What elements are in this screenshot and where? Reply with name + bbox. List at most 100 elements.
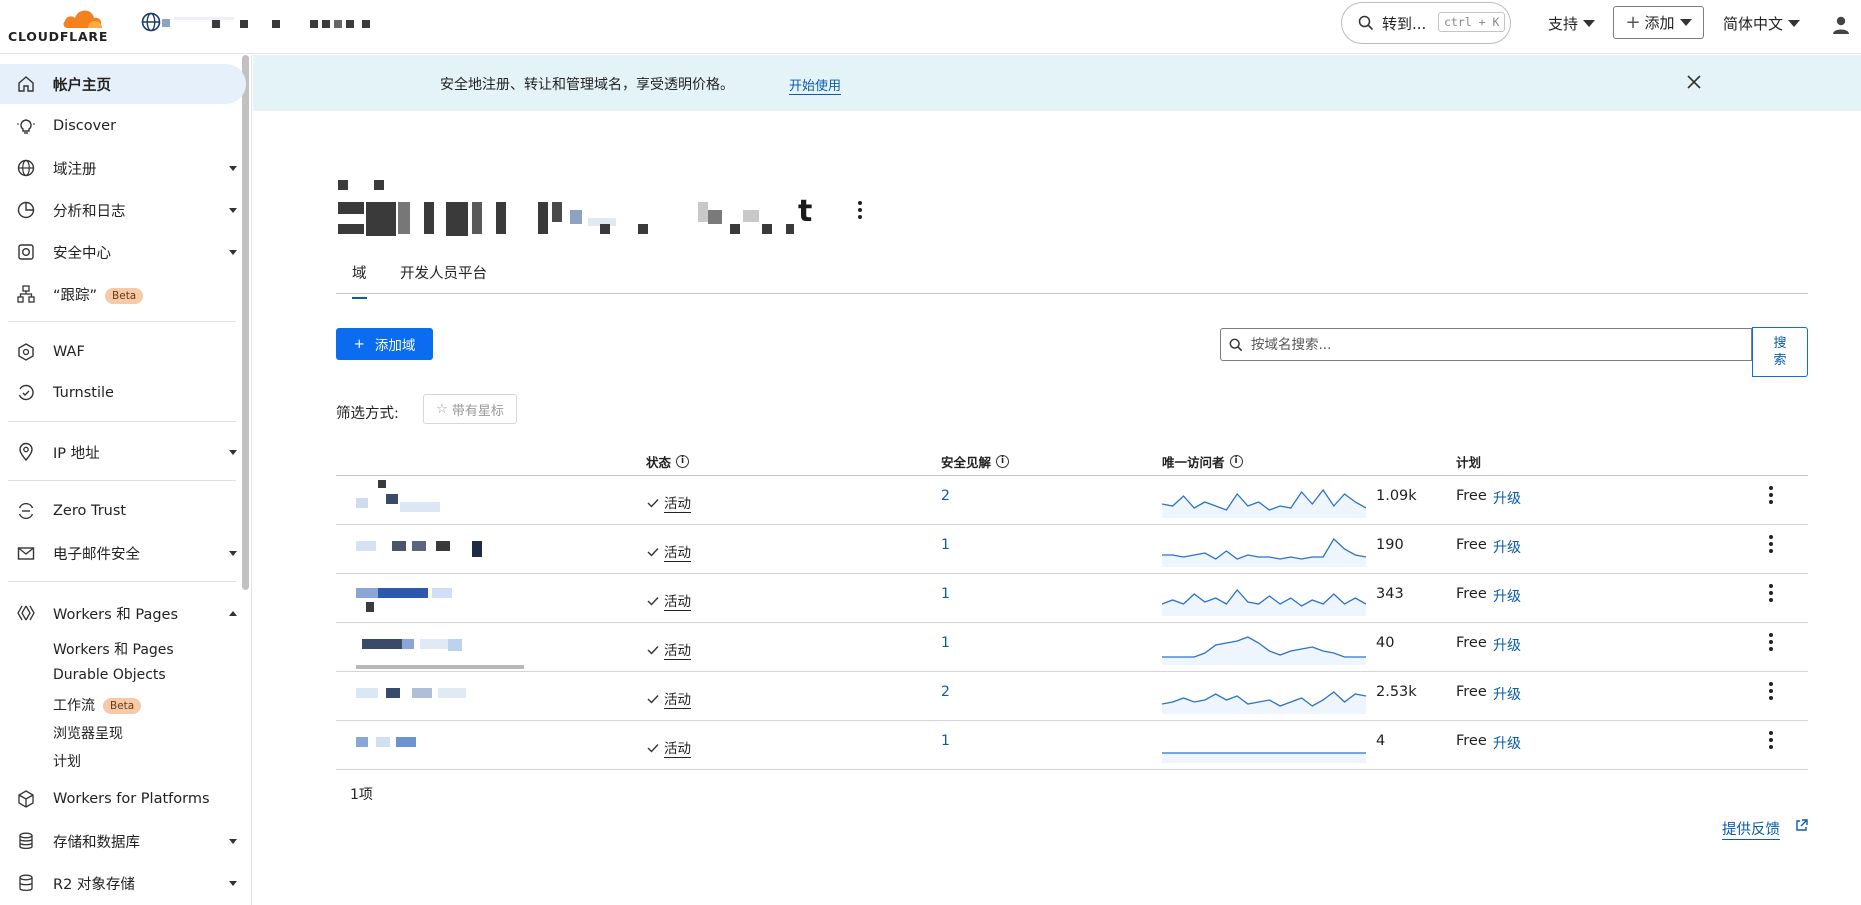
tab-developer-platform[interactable]: 开发人员平台 bbox=[400, 262, 487, 283]
row-actions-kebab-icon[interactable] bbox=[1769, 584, 1773, 605]
sidebar-item-discover[interactable]: Discover bbox=[0, 106, 240, 146]
header-status[interactable]: 状态 i bbox=[646, 452, 690, 471]
promo-banner: 安全地注册、转让和管理域名，享受透明价格。 开始使用 bbox=[253, 55, 1861, 111]
domain-search-field[interactable] bbox=[1220, 328, 1752, 361]
banner-link[interactable]: 开始使用 bbox=[789, 75, 842, 95]
info-icon[interactable]: i bbox=[1229, 455, 1243, 468]
support-label: 支持 bbox=[1548, 15, 1579, 33]
row-actions-kebab-icon[interactable] bbox=[1769, 535, 1773, 556]
sidebar-divider bbox=[8, 321, 236, 322]
plus-icon: + bbox=[1625, 12, 1641, 33]
visitors-sparkline bbox=[1162, 636, 1366, 665]
insights-count[interactable]: 1 bbox=[941, 537, 950, 553]
account-globe-icon bbox=[141, 12, 161, 32]
add-button[interactable]: + 添加 bbox=[1613, 6, 1704, 39]
search-button[interactable]: 搜 索 bbox=[1752, 327, 1808, 377]
feedback-link[interactable]: 提供反馈 bbox=[1722, 818, 1780, 840]
status-label[interactable]: 活动 bbox=[664, 737, 691, 758]
close-icon[interactable] bbox=[1683, 71, 1705, 93]
insights-count[interactable]: 1 bbox=[941, 733, 950, 749]
account-menu-kebab-icon[interactable] bbox=[858, 201, 862, 222]
upgrade-link[interactable]: 升级 bbox=[1493, 537, 1521, 557]
sidebar-divider bbox=[8, 581, 236, 582]
sidebar-subitem-workflows[interactable]: 工作流 Beta bbox=[53, 695, 142, 715]
domain-name-redacted[interactable] bbox=[356, 476, 506, 524]
header-visitors[interactable]: 唯一访问者 i bbox=[1162, 452, 1243, 471]
sidebar-item-analytics[interactable]: 分析和日志 bbox=[0, 190, 240, 230]
sidebar-item-ip-address[interactable]: IP 地址 bbox=[0, 432, 240, 472]
sidebar-scrollbar[interactable] bbox=[242, 55, 249, 590]
cloudflare-logo[interactable]: CLOUDFLARE bbox=[8, 2, 158, 50]
account-name-redacted[interactable] bbox=[162, 17, 402, 31]
domain-name-redacted[interactable] bbox=[356, 721, 506, 769]
sidebar-item-workers-for-platforms[interactable]: Workers for Platforms bbox=[0, 779, 240, 819]
table-row[interactable]: 活动 2 2.53k Free 升级 bbox=[336, 672, 1808, 721]
result-count: 1项 bbox=[350, 787, 373, 803]
status-label[interactable]: 活动 bbox=[664, 541, 691, 562]
table-row[interactable]: 活动 1 40 Free 升级 bbox=[336, 623, 1808, 672]
turnstile-icon bbox=[18, 384, 34, 401]
upgrade-link[interactable]: 升级 bbox=[1493, 488, 1521, 508]
sidebar-subitem-browser-rendering[interactable]: 浏览器呈现 bbox=[53, 723, 123, 743]
sparkline-area bbox=[1162, 692, 1366, 714]
sidebar-item-turnstile[interactable]: Turnstile bbox=[0, 373, 240, 413]
tab-domains[interactable]: 域 bbox=[352, 262, 367, 299]
add-label: 添加 bbox=[1644, 14, 1675, 32]
sidebar-item-waf[interactable]: WAF bbox=[0, 332, 240, 372]
status-cell: 活动 bbox=[646, 492, 691, 513]
table-row[interactable]: 活动 1 4 Free 升级 bbox=[336, 721, 1808, 770]
row-actions-kebab-icon[interactable] bbox=[1769, 633, 1773, 654]
sidebar-item-zero-trust[interactable]: Zero Trust bbox=[0, 491, 240, 531]
visitors-sparkline bbox=[1162, 588, 1367, 616]
header-insights-label: 安全见解 bbox=[941, 455, 992, 470]
header-insights[interactable]: 安全见解 i bbox=[941, 452, 1010, 471]
chevron-down-icon bbox=[229, 166, 237, 171]
table-row[interactable]: 活动 1 190 Free 升级 bbox=[336, 525, 1808, 574]
header-status-label: 状态 bbox=[646, 455, 672, 470]
domain-name-redacted[interactable] bbox=[356, 672, 506, 720]
domain-name-redacted[interactable] bbox=[356, 525, 506, 573]
status-label[interactable]: 活动 bbox=[664, 492, 691, 513]
table-row[interactable]: 活动 2 1.09k Free 升级 bbox=[336, 476, 1808, 525]
upgrade-link[interactable]: 升级 bbox=[1493, 684, 1521, 704]
domain-name-redacted[interactable] bbox=[356, 623, 524, 671]
insights-count[interactable]: 1 bbox=[941, 586, 950, 602]
info-icon[interactable]: i bbox=[676, 455, 690, 468]
sidebar-item-label: 存储和数据库 bbox=[53, 834, 140, 851]
table-row[interactable]: 活动 1 343 Free 升级 bbox=[336, 574, 1808, 623]
status-label[interactable]: 活动 bbox=[664, 688, 691, 709]
starred-filter-chip[interactable]: ☆ 带有星标 bbox=[423, 394, 517, 424]
insights-count[interactable]: 2 bbox=[941, 488, 950, 504]
sidebar-item-account-home[interactable]: 帐户主页 bbox=[0, 64, 246, 104]
upgrade-link[interactable]: 升级 bbox=[1493, 635, 1521, 655]
filter-label: 筛选方式: bbox=[336, 406, 399, 422]
sidebar-subitem-plans[interactable]: 计划 bbox=[53, 751, 81, 771]
sidebar-item-domain-registration[interactable]: 域注册 bbox=[0, 148, 240, 188]
sidebar-item-security-center[interactable]: 安全中心 bbox=[0, 232, 240, 272]
domain-search-input[interactable] bbox=[1251, 336, 1671, 353]
sidebar-item-workers-pages[interactable]: Workers 和 Pages bbox=[0, 593, 240, 633]
insights-count[interactable]: 1 bbox=[941, 635, 950, 651]
row-actions-kebab-icon[interactable] bbox=[1769, 486, 1773, 507]
row-actions-kebab-icon[interactable] bbox=[1769, 731, 1773, 752]
add-domain-button[interactable]: + 添加域 bbox=[336, 328, 433, 360]
upgrade-link[interactable]: 升级 bbox=[1493, 733, 1521, 753]
user-icon[interactable] bbox=[1830, 14, 1852, 36]
info-icon[interactable]: i bbox=[996, 455, 1010, 468]
sidebar-item-email-security[interactable]: 电子邮件安全 bbox=[0, 533, 240, 573]
sidebar-subitem-workers-pages[interactable]: Workers 和 Pages bbox=[53, 639, 174, 659]
row-actions-kebab-icon[interactable] bbox=[1769, 682, 1773, 703]
sidebar-subitem-durable-objects[interactable]: Durable Objects bbox=[53, 667, 166, 683]
status-label[interactable]: 活动 bbox=[664, 590, 691, 611]
domain-name-redacted[interactable] bbox=[356, 574, 506, 622]
upgrade-link[interactable]: 升级 bbox=[1493, 586, 1521, 606]
status-label[interactable]: 活动 bbox=[664, 639, 691, 660]
insights-count[interactable]: 2 bbox=[941, 684, 950, 700]
support-menu[interactable]: 支持 bbox=[1548, 13, 1596, 34]
sidebar-item-trace[interactable]: “跟踪” Beta bbox=[0, 274, 240, 314]
sidebar-item-r2-storage[interactable]: R2 对象存储 bbox=[0, 863, 240, 903]
language-menu[interactable]: 简体中文 bbox=[1723, 13, 1801, 34]
sidebar-item-storage-databases[interactable]: 存储和数据库 bbox=[0, 821, 240, 861]
trace-label: “跟踪” bbox=[53, 287, 98, 304]
shield-center-icon bbox=[18, 244, 34, 260]
